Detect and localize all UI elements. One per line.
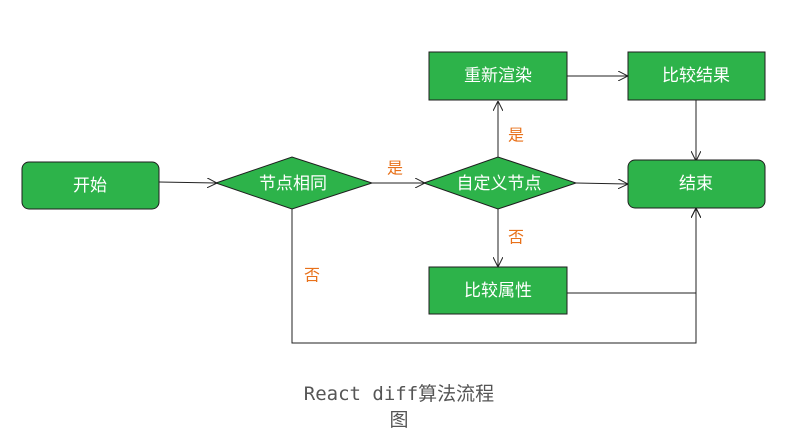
node-rerender: 重新渲染 [428, 51, 568, 101]
node-custom-node: 自定义节点 [422, 156, 578, 210]
caption-line-2: 图 [389, 409, 409, 431]
edge-props-to-end [567, 209, 696, 294]
node-compare-result: 比较结果 [627, 51, 766, 101]
node-compare-result-label: 比较结果 [662, 66, 730, 86]
edge-start-to-same-node [158, 182, 216, 183]
edges [158, 76, 696, 344]
node-start: 开始 [21, 161, 160, 210]
edge-label-custom-yes: 是 [508, 126, 524, 145]
edge-label-custom-no: 否 [508, 228, 524, 247]
node-end: 结束 [627, 159, 766, 209]
node-custom-node-label: 自定义节点 [457, 174, 542, 194]
node-same-node-label: 节点相同 [259, 174, 327, 194]
flowchart: 开始 节点相同 自定义节点 重新渲染 比较结果 结束 比较属性 是 否 是 否 [21, 51, 766, 344]
edge-label-same-no: 否 [304, 266, 320, 285]
node-same-node: 节点相同 [214, 156, 374, 210]
node-end-label: 结束 [679, 174, 713, 194]
edge-custom-to-end [575, 183, 627, 184]
node-compare-props: 比较属性 [428, 266, 568, 315]
node-compare-props-label: 比较属性 [464, 281, 532, 301]
node-start-label: 开始 [73, 176, 107, 196]
node-rerender-label: 重新渲染 [464, 66, 532, 86]
caption-line-1: React diff算法流程 [303, 383, 495, 405]
edge-label-same-yes: 是 [387, 159, 403, 178]
